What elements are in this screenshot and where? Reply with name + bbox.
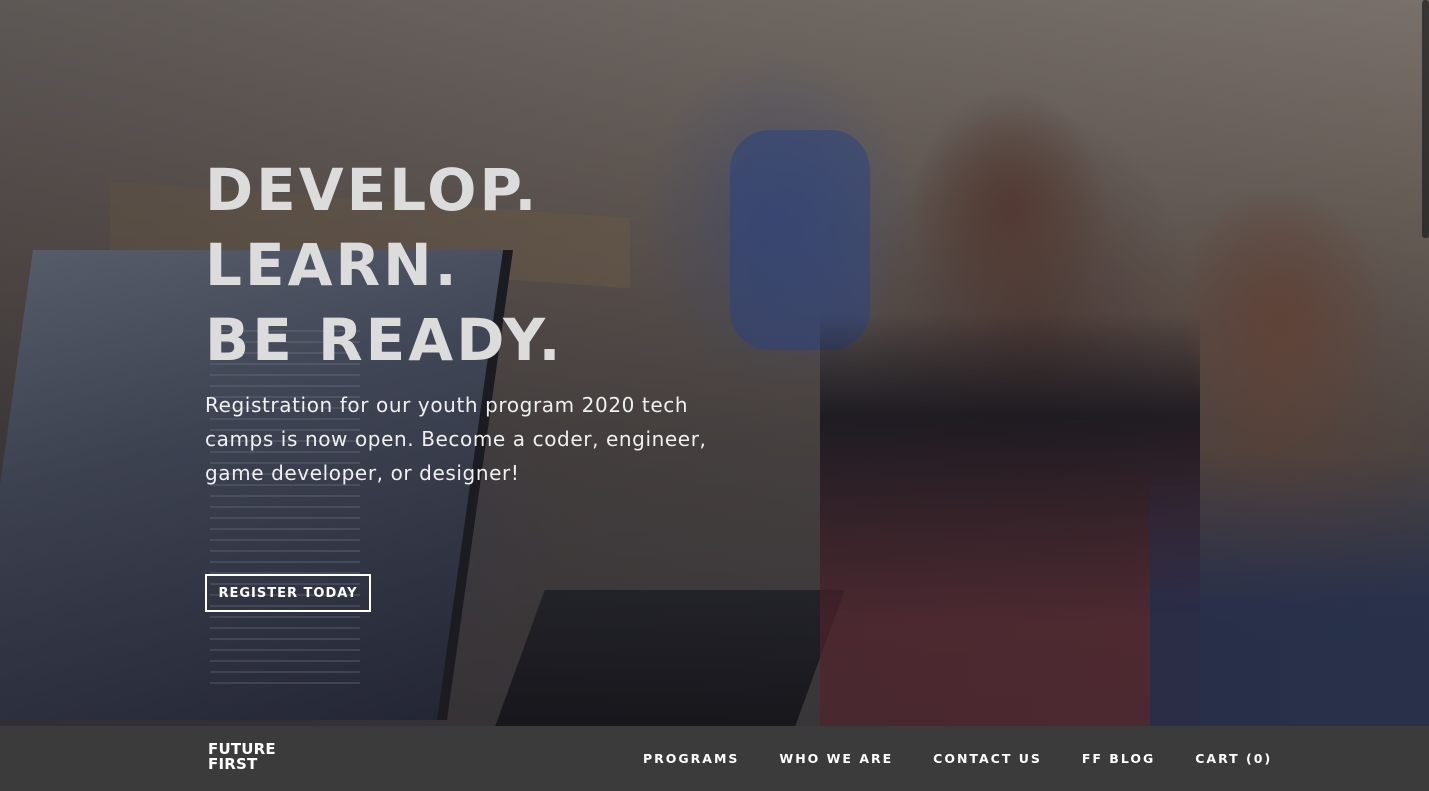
headline-line: BE READY. [205, 306, 564, 374]
main-nav: PROGRAMS WHO WE ARE CONTACT US FF BLOG C… [643, 750, 1272, 768]
nav-item-who-we-are: WHO WE ARE [779, 750, 933, 768]
register-today-button[interactable]: REGISTER TODAY [205, 574, 371, 612]
nav-link-programs[interactable]: PROGRAMS [643, 750, 739, 768]
nav-item-ff-blog: FF BLOG [1082, 750, 1195, 768]
nav-item-programs: PROGRAMS [643, 750, 779, 768]
headline-line: DEVELOP. [205, 156, 540, 224]
nav-link-cart[interactable]: CART (0) [1195, 750, 1272, 768]
nav-link-ff-blog[interactable]: FF BLOG [1082, 750, 1155, 768]
nav-item-contact-us: CONTACT US [933, 750, 1082, 768]
nav-link-contact-us[interactable]: CONTACT US [933, 750, 1042, 768]
nav-item-cart: CART (0) [1195, 750, 1272, 768]
logo-line: FIRST [208, 755, 258, 773]
future-first-logo[interactable]: FUTURE FIRST [208, 742, 276, 772]
scrollbar-thumb[interactable] [1422, 0, 1429, 238]
hero-headline: DEVELOP. LEARN. BE READY. [205, 153, 564, 378]
headline-line: LEARN. [205, 231, 460, 299]
nav-link-who-we-are[interactable]: WHO WE ARE [779, 750, 893, 768]
hero-subtext: Registration for our youth program 2020 … [205, 393, 707, 485]
